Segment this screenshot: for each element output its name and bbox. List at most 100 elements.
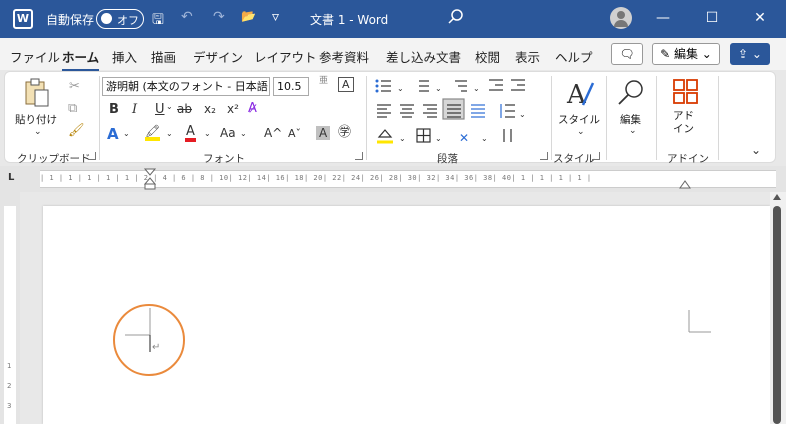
highlight-icon[interactable]: 🖍 xyxy=(145,125,161,141)
clipboard-group-label: クリップボード xyxy=(17,153,91,165)
editing-dropdown-icon[interactable]: ⌄ xyxy=(629,127,637,136)
svg-text:⌄: ⌄ xyxy=(435,134,442,143)
tab-references[interactable]: 参考資料 xyxy=(319,47,369,66)
subscript-button[interactable]: x₂ xyxy=(204,103,216,115)
vertical-ruler[interactable]: 1 2 3 xyxy=(0,192,20,424)
addins-label[interactable]: アド イン xyxy=(673,110,694,136)
open-icon[interactable]: 📂 xyxy=(241,9,256,23)
redo-icon[interactable]: ↷ xyxy=(213,9,225,25)
paste-icon[interactable] xyxy=(24,78,50,108)
highlight-dropdown-icon[interactable]: ⌄ xyxy=(166,130,173,138)
italic-button[interactable]: I xyxy=(132,103,137,116)
font-name-combo[interactable]: 游明朝 (本文のフォント - 日本語 xyxy=(102,77,270,96)
svg-text:A: A xyxy=(566,80,587,110)
editing-mode-button[interactable]: ✎ 編集 ⌄ xyxy=(652,43,720,65)
maximize-button[interactable]: ☐ xyxy=(697,6,727,30)
text-effects-icon[interactable]: A xyxy=(107,127,119,142)
editing-search-icon[interactable] xyxy=(616,78,646,108)
borders-icon xyxy=(416,128,431,143)
styles-label[interactable]: スタイル xyxy=(558,112,600,127)
close-button[interactable]: ✕ xyxy=(745,6,775,30)
addins-group-label: アドイン xyxy=(667,153,709,165)
styles-dropdown-icon[interactable]: ⌄ xyxy=(577,128,585,137)
furigana-icon[interactable]: 亜 xyxy=(319,77,328,86)
indent-marker-icon[interactable] xyxy=(144,168,156,190)
numbering-icon xyxy=(419,80,429,92)
grow-font-icon[interactable]: A^ xyxy=(264,127,282,139)
tab-draw[interactable]: 描画 xyxy=(151,47,176,66)
tab-help[interactable]: ヘルプ xyxy=(555,47,593,66)
minimize-button[interactable]: — xyxy=(648,6,678,30)
scroll-thumb[interactable] xyxy=(773,206,781,424)
styles-icon[interactable]: A xyxy=(565,77,597,111)
separator xyxy=(366,76,367,160)
comments-button[interactable]: 🗨 xyxy=(611,43,643,65)
tab-review[interactable]: 校閲 xyxy=(475,47,500,66)
increase-indent-icon xyxy=(511,79,525,91)
enclose-chars-icon[interactable]: ㊫ xyxy=(338,126,351,139)
vruler-number: 2 xyxy=(7,382,12,390)
addins-icon[interactable] xyxy=(672,78,700,106)
ribbon-tabs: ファイル ホーム 挿入 描画 デザイン レイアウト 参考資料 差し込み文書 校閲… xyxy=(0,38,786,71)
separator xyxy=(606,76,607,160)
tab-insert[interactable]: 挿入 xyxy=(112,47,137,66)
font-launcher-icon[interactable] xyxy=(355,152,363,160)
bold-button[interactable]: B xyxy=(109,103,119,116)
copy-icon[interactable]: ⧉ xyxy=(68,102,77,115)
share-button[interactable]: ⇪ ⌄ xyxy=(730,43,770,65)
char-shading-icon[interactable]: A xyxy=(316,126,331,140)
word-logo-icon: W xyxy=(13,9,33,29)
vertical-scrollbar[interactable] xyxy=(770,192,786,424)
document-page[interactable]: ↵ xyxy=(43,206,770,424)
ribbon: 貼り付け ⌄ ✂ ⧉ 🖌 クリップボード 游明朝 (本文のフォント - 日本語 … xyxy=(4,71,776,165)
clipboard-launcher-icon[interactable] xyxy=(88,152,96,160)
font-color-icon[interactable]: A xyxy=(185,125,196,142)
tab-file[interactable]: ファイル xyxy=(10,47,60,66)
line-spacing-icon xyxy=(500,104,515,118)
horizontal-ruler[interactable]: L | 1 | 1 | 1 | 1 | 1 | 2 | 4 | 6 | 8 | … xyxy=(0,166,786,192)
tab-layout[interactable]: レイアウト xyxy=(254,47,317,66)
shrink-font-icon[interactable]: Aˇ xyxy=(288,128,301,139)
customize-quick-access-icon[interactable]: ▿ xyxy=(272,9,279,25)
underline-button[interactable]: U xyxy=(155,103,165,116)
undo-icon[interactable]: ↶ xyxy=(181,9,193,25)
tab-view[interactable]: 表示 xyxy=(515,47,540,66)
tab-mailings[interactable]: 差し込み文書 xyxy=(386,47,461,66)
avatar[interactable] xyxy=(610,7,632,29)
change-case-dropdown-icon[interactable]: ⌄ xyxy=(240,130,247,138)
vruler-number: 1 xyxy=(7,362,12,370)
vruler-number: 3 xyxy=(7,402,12,410)
tab-selector-icon[interactable]: L xyxy=(8,173,14,183)
clear-formatting-icon[interactable]: A̷ xyxy=(248,102,257,115)
tab-design[interactable]: デザイン xyxy=(193,47,243,66)
text-effects-dropdown-icon[interactable]: ⌄ xyxy=(123,130,130,138)
change-case-icon[interactable]: Aa xyxy=(220,127,236,139)
char-border-icon[interactable]: A xyxy=(338,77,354,92)
highlight-circle xyxy=(113,304,185,376)
cut-icon[interactable]: ✂ xyxy=(69,80,80,93)
styles-launcher-icon[interactable] xyxy=(592,152,600,160)
font-group-label: フォント xyxy=(203,153,245,165)
right-indent-marker-icon[interactable] xyxy=(679,179,691,189)
strikethrough-button[interactable]: ab xyxy=(177,103,192,115)
scroll-up-icon[interactable] xyxy=(773,194,781,200)
superscript-button[interactable]: x² xyxy=(227,103,239,115)
paragraph-mark: ↵ xyxy=(152,342,160,353)
paste-dropdown-icon[interactable]: ⌄ xyxy=(34,128,42,137)
tab-home[interactable]: ホーム xyxy=(62,47,100,71)
paragraph-group-label: 段落 xyxy=(437,153,458,165)
font-size-combo[interactable]: 10.5 xyxy=(273,77,309,96)
collapse-ribbon-icon[interactable]: ⌄ xyxy=(751,144,761,156)
search-icon[interactable] xyxy=(448,8,464,30)
styles-group-label: スタイル xyxy=(553,153,595,165)
font-color-dropdown-icon[interactable]: ⌄ xyxy=(204,130,211,138)
paragraph-launcher-icon[interactable] xyxy=(540,152,548,160)
svg-text:⌄: ⌄ xyxy=(519,110,526,119)
save-icon[interactable]: 🖫 xyxy=(152,9,164,33)
underline-dropdown-icon[interactable]: ⌄ xyxy=(166,103,173,111)
distributed-icon xyxy=(471,104,485,118)
editing-label[interactable]: 編集 xyxy=(620,112,641,127)
format-painter-icon[interactable]: 🖌 xyxy=(68,124,85,137)
paste-label[interactable]: 貼り付け xyxy=(15,112,57,127)
autosave-toggle[interactable]: オフ xyxy=(96,9,144,29)
